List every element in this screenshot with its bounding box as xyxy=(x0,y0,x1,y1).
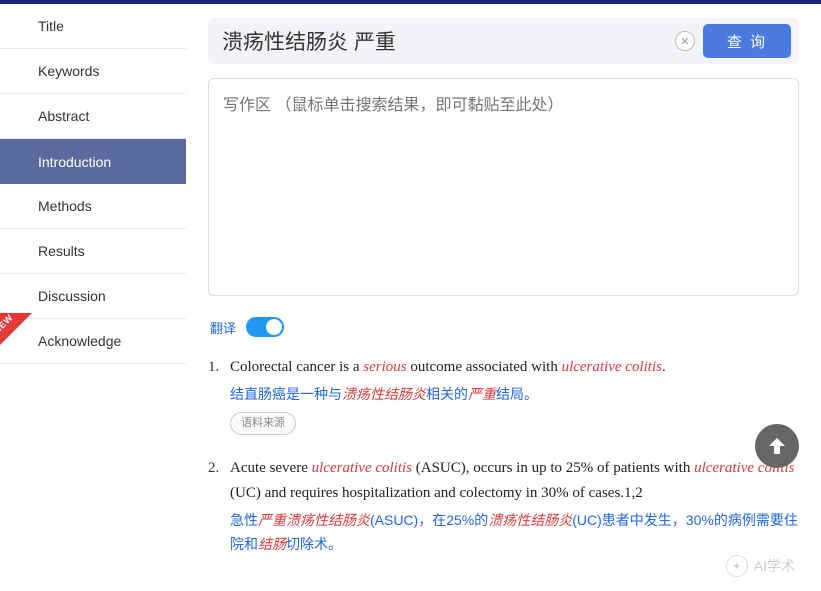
translate-row: 翻译 xyxy=(210,317,799,337)
sidebar-item-label: Title xyxy=(38,18,64,34)
search-input[interactable] xyxy=(222,29,667,53)
result-cn: 急性严重溃疡性结肠炎(ASUC)，在25%的溃疡性结肠炎(UC)患者中发生，30… xyxy=(230,509,799,557)
result-item[interactable]: 2. Acute severe ulcerative colitis (ASUC… xyxy=(208,456,799,557)
result-body: Acute severe ulcerative colitis (ASUC), … xyxy=(230,456,799,557)
highlight: ulcerative colitis xyxy=(562,359,662,375)
sidebar-item-discussion[interactable]: Discussion xyxy=(0,274,186,319)
sidebar-item-label: Keywords xyxy=(38,63,99,79)
result-en: Colorectal cancer is a serious outcome a… xyxy=(230,355,799,381)
scroll-top-button[interactable] xyxy=(755,424,799,468)
sidebar-item-acknowledge[interactable]: NEW Acknowledge xyxy=(0,319,186,364)
result-body: Colorectal cancer is a serious outcome a… xyxy=(230,355,799,436)
sidebar-item-methods[interactable]: Methods xyxy=(0,184,186,229)
highlight: ulcerative colitis xyxy=(312,460,412,476)
highlight: 溃疡性结肠炎 xyxy=(342,386,426,402)
highlight: 严重 xyxy=(468,386,496,402)
arrow-up-icon xyxy=(765,434,789,458)
sidebar-item-label: Methods xyxy=(38,198,92,214)
highlight: serious xyxy=(363,359,406,375)
query-button[interactable]: 查 询 xyxy=(703,24,791,58)
search-row: ✕ 查 询 xyxy=(208,18,799,64)
result-en: Acute severe ulcerative colitis (ASUC), … xyxy=(230,456,799,507)
sidebar-item-title[interactable]: Title xyxy=(0,4,186,49)
write-area[interactable] xyxy=(208,78,799,296)
result-number: 2. xyxy=(208,456,230,557)
new-badge-text: NEW xyxy=(0,313,15,336)
sidebar-item-abstract[interactable]: Abstract xyxy=(0,94,186,139)
result-item[interactable]: 1. Colorectal cancer is a serious outcom… xyxy=(208,355,799,436)
results-list: 1. Colorectal cancer is a serious outcom… xyxy=(208,355,799,556)
sidebar-item-results[interactable]: Results xyxy=(0,229,186,274)
sidebar-item-label: Results xyxy=(38,243,85,259)
watermark: ✦ AI学术 xyxy=(726,555,795,577)
sidebar: Title Keywords Abstract Introduction Met… xyxy=(0,4,186,591)
highlight: 结肠 xyxy=(258,536,286,552)
result-number: 1. xyxy=(208,355,230,436)
highlight: 溃疡性结肠炎 xyxy=(488,512,572,528)
result-cn: 结直肠癌是一种与溃疡性结肠炎相关的严重结局。 xyxy=(230,383,799,407)
close-icon: ✕ xyxy=(680,35,689,48)
source-button[interactable]: 语料来源 xyxy=(230,412,296,435)
watermark-text: AI学术 xyxy=(754,556,795,576)
wechat-icon: ✦ xyxy=(726,555,748,577)
sidebar-item-keywords[interactable]: Keywords xyxy=(0,49,186,94)
translate-label: 翻译 xyxy=(210,318,236,337)
main-panel: ✕ 查 询 翻译 1. Colorectal cancer is a serio… xyxy=(186,4,821,591)
sidebar-item-label: Abstract xyxy=(38,108,89,124)
clear-button[interactable]: ✕ xyxy=(675,31,695,51)
sidebar-item-label: Introduction xyxy=(38,154,111,170)
translate-toggle[interactable] xyxy=(246,317,284,337)
sidebar-item-label: Acknowledge xyxy=(38,333,121,349)
sidebar-item-introduction[interactable]: Introduction xyxy=(0,139,186,184)
highlight: 严重溃疡性结肠炎 xyxy=(258,512,370,528)
sidebar-item-label: Discussion xyxy=(38,288,106,304)
